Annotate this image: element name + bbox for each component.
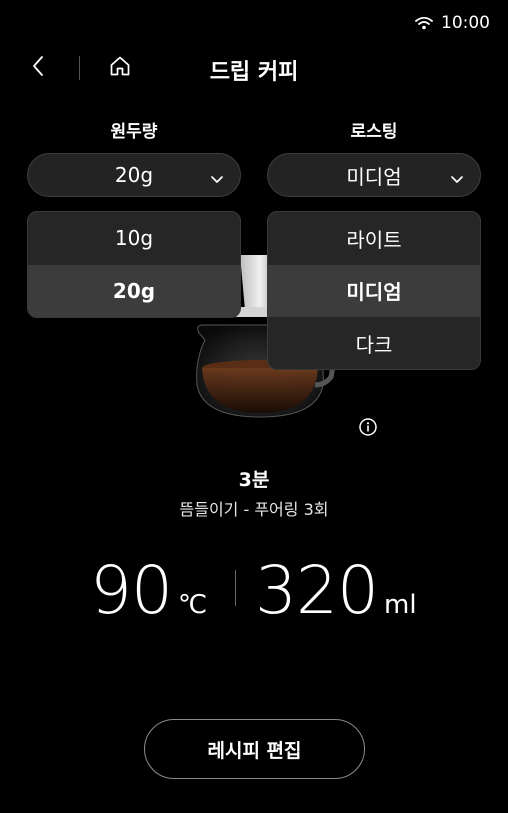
roasting-dropdown: 라이트 미디엄 다크: [267, 211, 481, 370]
roasting-value: 미디엄: [346, 164, 402, 189]
bean-amount-option-20g[interactable]: 20g: [28, 264, 240, 317]
status-bar: 10:00: [415, 13, 490, 33]
brew-time: 3분: [238, 469, 270, 491]
roasting-option-dark[interactable]: 다크: [268, 317, 480, 369]
temperature-value: 90: [90, 552, 173, 629]
values-divider: [235, 570, 236, 606]
drip-coffee-screen: 10:00 드립 커피 원두량 로스팅 20g 미디엄 10g 20g 라이트 …: [0, 0, 508, 813]
brew-method: 뜸들이기 - 푸어링 3회: [179, 500, 329, 519]
roasting-label: 로스팅: [350, 122, 398, 142]
bean-amount-select[interactable]: 20g: [27, 153, 241, 197]
bean-amount-value: 20g: [114, 163, 154, 187]
roasting-select[interactable]: 미디엄: [267, 153, 481, 197]
chevron-down-icon: [450, 167, 464, 191]
temperature-unit: ℃: [178, 590, 208, 620]
wifi-icon: [415, 16, 433, 30]
roasting-option-light[interactable]: 라이트: [268, 212, 480, 265]
header: 드립 커피: [0, 48, 508, 88]
page-title: 드립 커피: [209, 60, 299, 85]
recipe-values: 90 ℃ 320 ml: [0, 552, 508, 632]
roasting-option-medium[interactable]: 미디엄: [268, 264, 480, 317]
volume-value: 320: [255, 552, 379, 629]
bean-amount-label: 원두량: [110, 122, 158, 142]
edit-recipe-button[interactable]: 레시피 편집: [144, 719, 365, 779]
volume-unit: ml: [384, 590, 417, 620]
chevron-down-icon: [210, 167, 224, 191]
info-icon[interactable]: [358, 417, 378, 437]
bean-amount-option-10g[interactable]: 10g: [28, 212, 240, 265]
bean-amount-dropdown: 10g 20g: [27, 211, 241, 318]
status-time: 10:00: [441, 13, 490, 33]
